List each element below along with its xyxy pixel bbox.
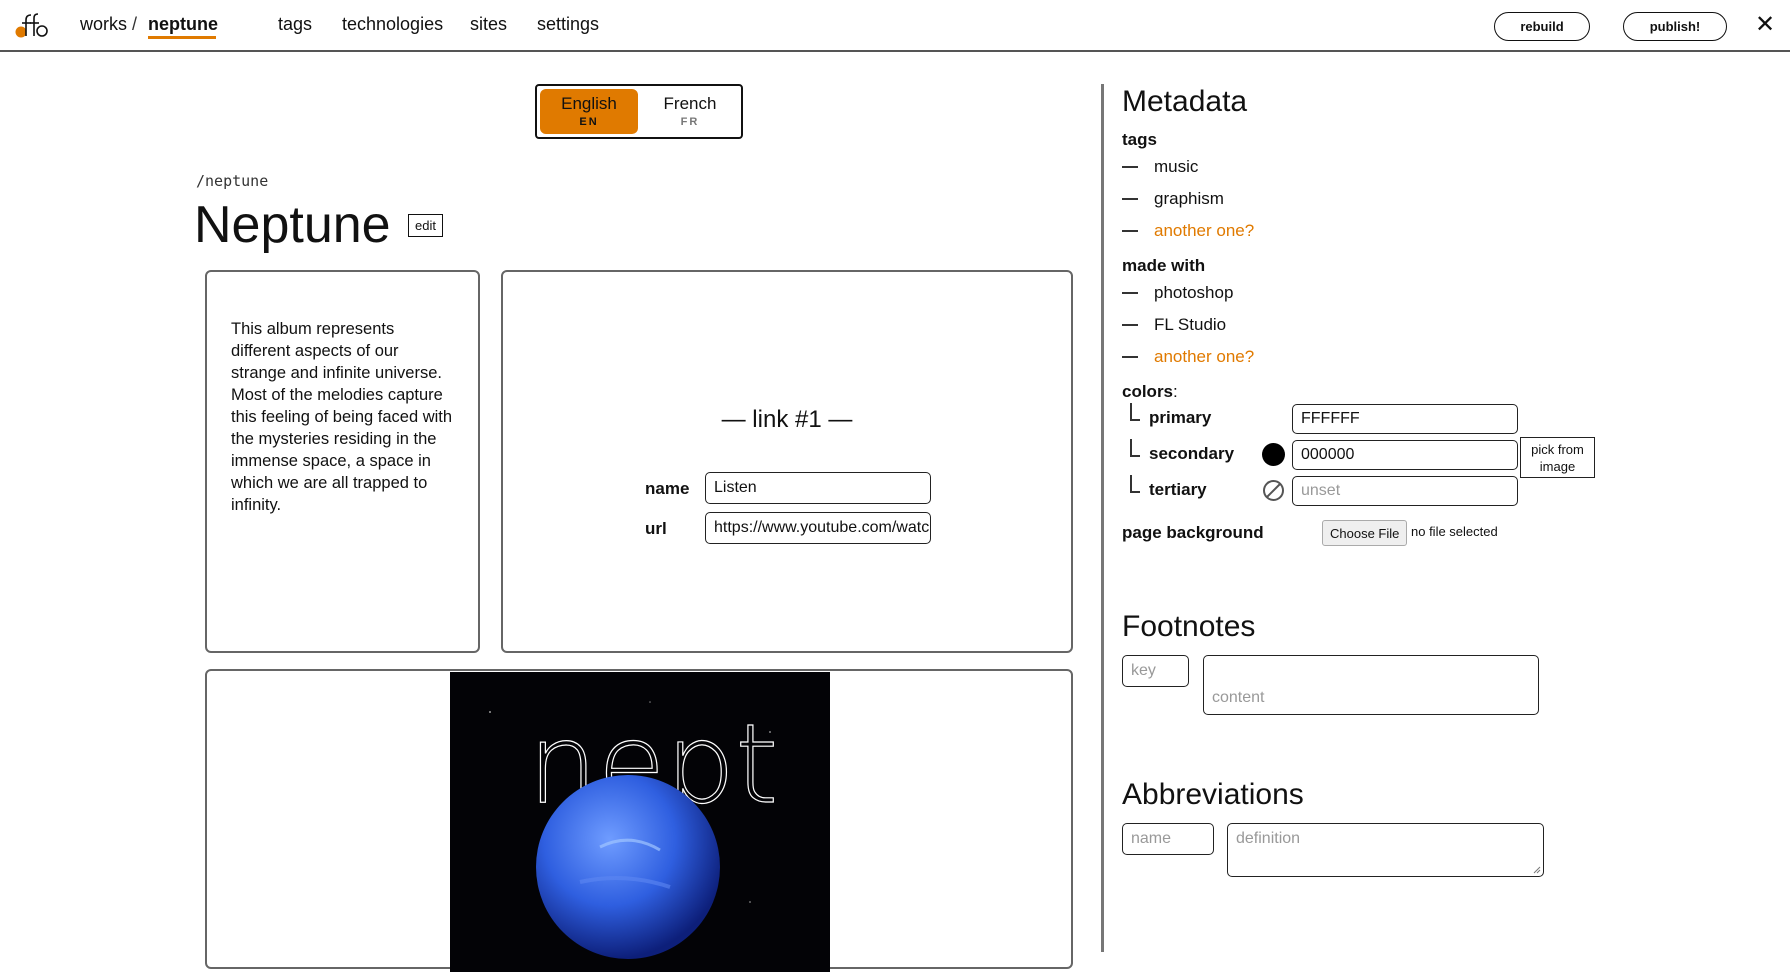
remove-technology-icon[interactable] <box>1122 291 1138 295</box>
metadata-title: Metadata <box>1122 85 1248 118</box>
column-divider <box>1101 84 1104 952</box>
abbreviation-definition-placeholder: definition <box>1236 830 1301 847</box>
add-tag-input[interactable]: another one? <box>1154 221 1254 241</box>
colors-label-colon: : <box>1173 382 1178 401</box>
abbreviation-name-input[interactable]: name <box>1122 823 1214 855</box>
link-name-input[interactable]: Listen <box>705 472 931 504</box>
language-name: French <box>663 94 717 113</box>
dash-icon <box>1122 355 1138 359</box>
colors-label: colors: <box>1122 382 1178 402</box>
page-background-label: page background <box>1122 523 1264 542</box>
choose-file-button[interactable]: Choose File <box>1322 520 1408 546</box>
page-title: Neptune <box>194 196 391 254</box>
link-url-label: url <box>645 519 667 538</box>
rebuild-button[interactable]: rebuild <box>1494 12 1590 41</box>
breadcrumb-active-underline <box>148 36 216 39</box>
link-name-label: name <box>645 479 690 498</box>
abbreviation-definition-input[interactable]: definition <box>1227 823 1544 877</box>
secondary-color-label: secondary <box>1149 444 1235 463</box>
tags-label: tags <box>1122 130 1157 149</box>
footnote-key-placeholder: key <box>1131 662 1156 679</box>
nav-settings[interactable]: settings <box>537 14 599 35</box>
technology-label: FL Studio <box>1154 315 1227 334</box>
description-text[interactable]: This album represents different aspects … <box>231 318 453 516</box>
remove-technology-icon[interactable] <box>1122 323 1138 327</box>
resize-grip-icon[interactable] <box>1533 866 1541 874</box>
language-name: English <box>561 94 617 113</box>
top-bar: works / neptune tags technologies sites … <box>0 0 1790 52</box>
cover-image-card: nept <box>205 669 1073 972</box>
add-technology-input[interactable]: another one? <box>1154 347 1254 367</box>
primary-color-input[interactable]: FFFFFF <box>1292 404 1518 434</box>
colors-label-text: colors <box>1122 382 1174 401</box>
tag-item: graphism <box>1122 189 1224 209</box>
abbreviation-name-placeholder: name <box>1131 830 1172 847</box>
link-url-input[interactable]: https://www.youtube.com/watch <box>705 512 931 544</box>
language-switch: English EN French FR <box>535 84 743 139</box>
primary-color-label: primary <box>1149 408 1212 427</box>
logo-icon[interactable] <box>14 12 50 40</box>
work-slug: /neptune <box>196 172 269 190</box>
language-code: FR <box>680 116 700 128</box>
tag-item: music <box>1122 157 1198 177</box>
secondary-color-input[interactable]: 000000 <box>1292 440 1518 470</box>
unset-color-icon <box>1263 480 1284 501</box>
abbreviations-title: Abbreviations <box>1122 778 1304 811</box>
dash-icon <box>1122 229 1138 233</box>
publish-button[interactable]: publish! <box>1623 12 1727 41</box>
pick-from-image-button[interactable]: pick from image <box>1520 437 1595 478</box>
breadcrumb-separator: / <box>132 14 138 34</box>
footnote-content-input[interactable]: content <box>1203 655 1539 715</box>
technology-item: photoshop <box>1122 283 1233 303</box>
close-icon[interactable]: ✕ <box>1755 10 1775 39</box>
language-option-french[interactable]: French FR <box>641 89 739 134</box>
link-heading: — link #1 — <box>721 406 853 433</box>
remove-tag-icon[interactable] <box>1122 197 1138 201</box>
file-status-text: no file selected <box>1411 524 1498 539</box>
tree-branch-icon <box>1130 403 1140 421</box>
footnote-key-input[interactable]: key <box>1122 655 1189 687</box>
cover-image[interactable]: nept <box>450 672 830 972</box>
language-option-english[interactable]: English EN <box>540 89 638 134</box>
secondary-color-swatch <box>1262 443 1285 466</box>
cover-artwork: nept <box>489 699 779 959</box>
tertiary-color-input[interactable]: unset <box>1292 476 1518 506</box>
edit-title-button[interactable]: edit <box>408 214 443 237</box>
made-with-label: made with <box>1122 256 1206 275</box>
nav-tags[interactable]: tags <box>278 14 312 35</box>
footnote-content-placeholder: content <box>1212 689 1265 706</box>
tree-branch-icon <box>1130 475 1140 493</box>
tertiary-color-placeholder: unset <box>1301 482 1341 499</box>
add-technology-item: another one? <box>1122 347 1254 367</box>
nav-technologies[interactable]: technologies <box>342 14 443 35</box>
add-tag-item: another one? <box>1122 221 1254 241</box>
link-card: — link #1 — name Listen url https://www.… <box>501 270 1073 653</box>
language-code: EN <box>579 116 599 128</box>
breadcrumb-works[interactable]: works <box>80 14 127 35</box>
breadcrumb-current[interactable]: neptune <box>148 14 218 35</box>
technology-label: photoshop <box>1154 283 1234 302</box>
planet-icon <box>536 775 720 959</box>
technology-item: FL Studio <box>1122 315 1226 335</box>
remove-tag-icon[interactable] <box>1122 165 1138 169</box>
tertiary-color-label: tertiary <box>1149 480 1207 499</box>
description-card: This album represents different aspects … <box>205 270 480 653</box>
tag-label: graphism <box>1154 189 1224 208</box>
tree-branch-icon <box>1130 439 1140 457</box>
footnotes-title: Footnotes <box>1122 610 1256 643</box>
nav-sites[interactable]: sites <box>470 14 507 35</box>
tag-label: music <box>1154 157 1199 176</box>
